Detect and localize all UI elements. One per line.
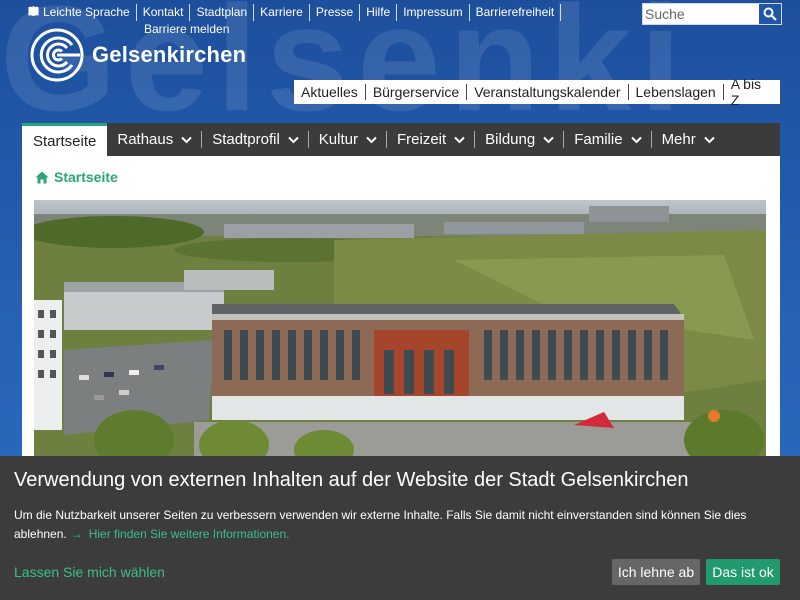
quick-nav-buergerservice[interactable]: Bürgerservice	[366, 84, 468, 100]
cookie-banner-title: Verwendung von externen Inhalten auf der…	[14, 469, 689, 491]
chevron-down-icon	[366, 136, 377, 143]
cookie-banner: Verwendung von externen Inhalten auf der…	[0, 456, 800, 600]
tab-bildung[interactable]: Bildung	[475, 123, 565, 156]
search-icon	[763, 7, 777, 21]
choose-settings-link[interactable]: Lassen Sie mich wählen	[14, 564, 165, 580]
quick-nav-a-bis-z[interactable]: A bis Z	[724, 76, 780, 108]
breadcrumb-label: Startseite	[54, 169, 118, 185]
service-nav-hilfe[interactable]: Hilfe	[360, 4, 398, 21]
chevron-down-icon	[454, 136, 465, 143]
quick-nav-aktuelles[interactable]: Aktuelles	[294, 84, 366, 100]
service-nav-barrierefreiheit[interactable]: Barrierefreiheit	[470, 4, 562, 21]
more-info-label: Hier finden Sie weitere Informationen.	[88, 527, 290, 541]
search-box	[642, 3, 782, 25]
service-nav-presse[interactable]: Presse	[310, 4, 361, 21]
aerial-building-photo	[34, 200, 766, 456]
tab-startseite[interactable]: Startseite	[22, 123, 108, 156]
breadcrumb[interactable]: Startseite	[35, 169, 118, 185]
search-input[interactable]	[643, 4, 759, 24]
chevron-down-icon	[630, 136, 642, 143]
service-nav-kontakt[interactable]: Kontakt	[137, 4, 191, 21]
quick-nav-lebenslagen[interactable]: Lebenslagen	[629, 84, 724, 100]
arrow-right-icon: →	[70, 527, 83, 541]
chevron-down-icon	[704, 136, 715, 143]
tab-stadtprofil[interactable]: Stadtprofil	[202, 123, 309, 156]
service-nav-stadtplan[interactable]: Stadtplan	[190, 4, 255, 21]
search-button[interactable]	[759, 4, 781, 24]
chevron-down-icon	[288, 136, 299, 143]
service-nav-karriere[interactable]: Karriere	[254, 4, 310, 21]
home-icon	[35, 171, 49, 183]
more-info-link[interactable]: → Hier finden Sie weitere Informationen.	[71, 527, 290, 541]
tab-rathaus[interactable]: Rathaus	[107, 123, 203, 156]
site-logo[interactable]: Gelsenkirchen	[30, 28, 246, 82]
tab-kultur[interactable]: Kultur	[309, 123, 387, 156]
main-content: Startseite	[22, 156, 780, 456]
quick-nav-veranstaltungskalender[interactable]: Veranstaltungskalender	[467, 84, 629, 100]
tab-mehr[interactable]: Mehr	[652, 123, 725, 156]
main-nav: Startseite Rathaus Stadtprofil Kultur Fr…	[22, 123, 780, 156]
site-name: Gelsenkirchen	[92, 42, 247, 67]
tab-freizeit[interactable]: Freizeit	[387, 123, 476, 156]
decline-button[interactable]: Ich lehne ab	[612, 559, 700, 585]
tab-familie[interactable]: Familie	[564, 123, 652, 156]
hero-image	[34, 200, 766, 456]
service-nav-impressum[interactable]: Impressum	[397, 4, 470, 21]
chevron-down-icon	[181, 136, 192, 143]
service-nav-leichte-sprache[interactable]: Leichte Sprache	[28, 4, 137, 21]
quick-nav: Aktuelles Bürgerservice Veranstaltungska…	[294, 76, 780, 108]
book-icon	[28, 6, 39, 17]
chevron-down-icon	[543, 136, 554, 143]
cookie-banner-text: Um die Nutzbarkeit unserer Seiten zu ver…	[14, 506, 784, 544]
accept-button[interactable]: Das ist ok	[706, 559, 780, 585]
gelsenkirchen-logo-icon	[30, 28, 84, 82]
